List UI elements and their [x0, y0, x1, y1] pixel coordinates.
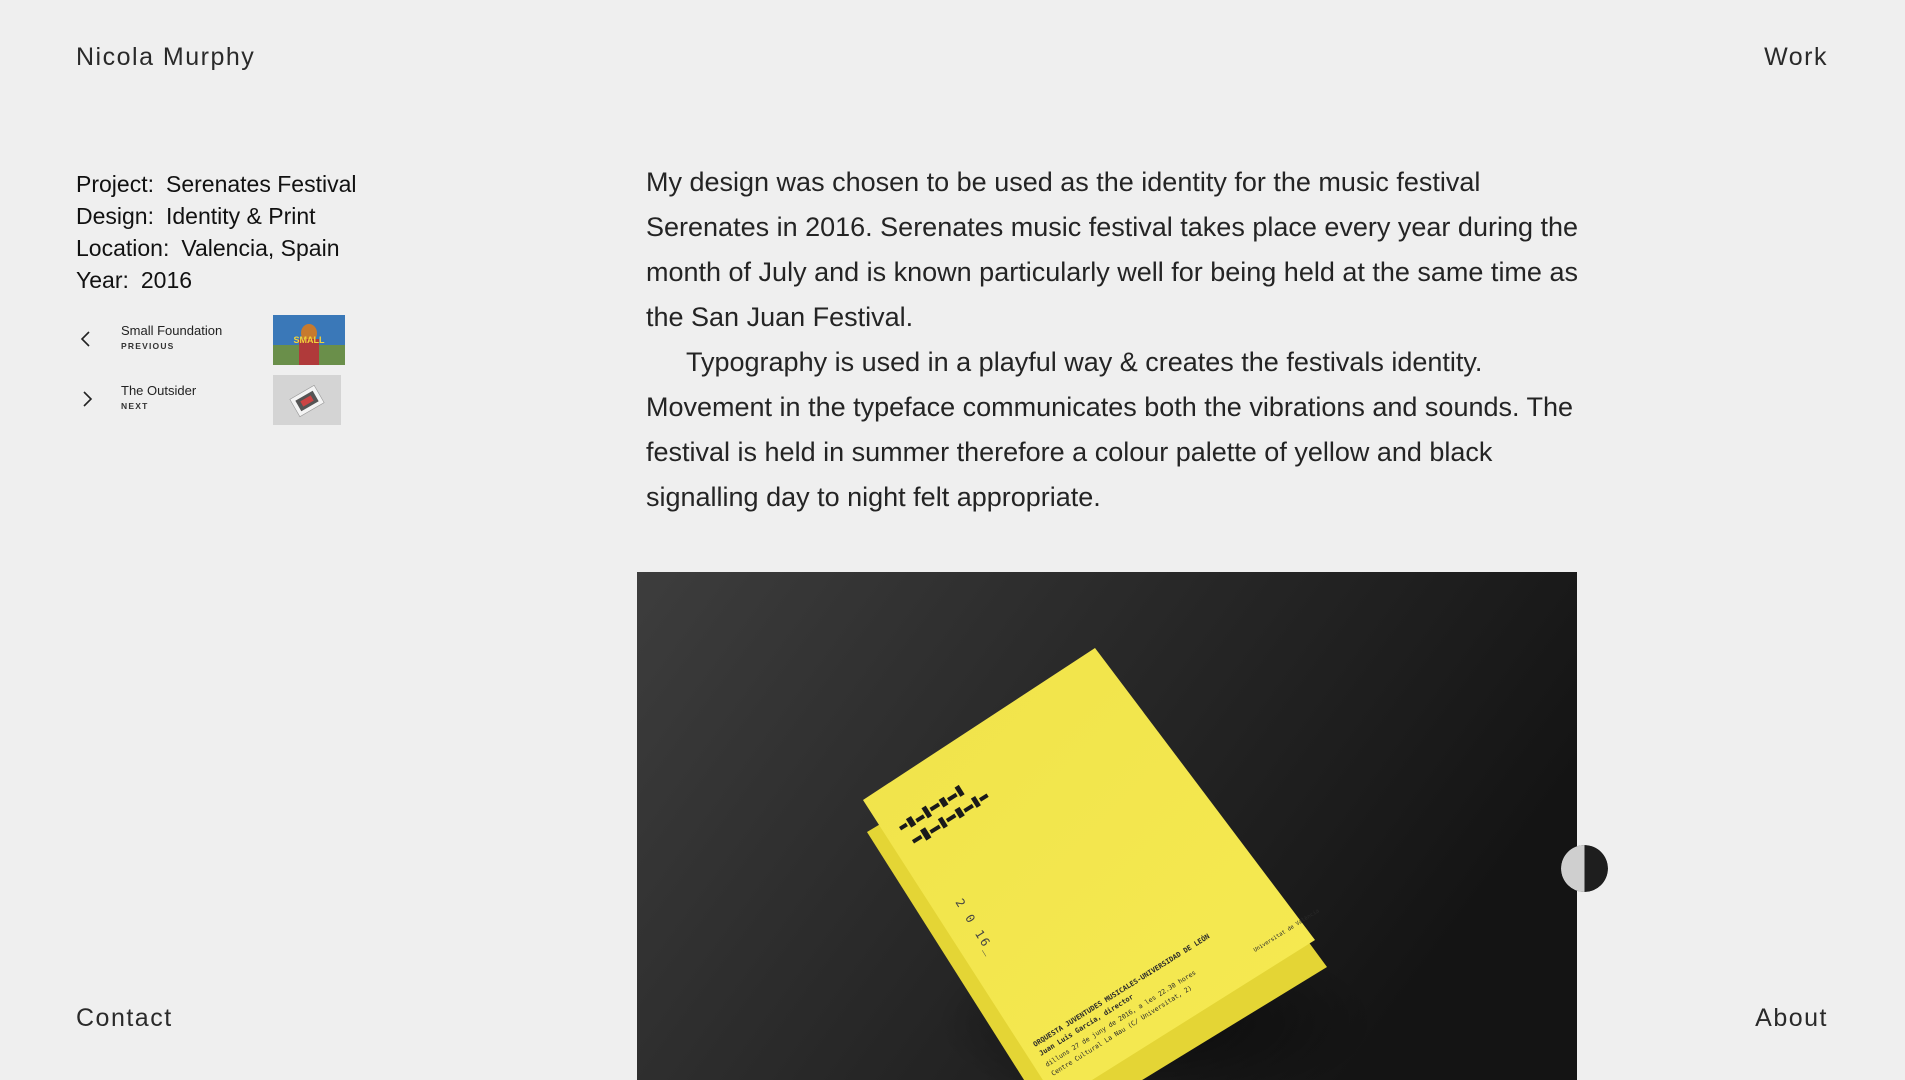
previous-project-link[interactable]: Small Foundation PREVIOUS SMALL [76, 315, 346, 365]
project-description: My design was chosen to be used as the i… [646, 160, 1581, 520]
nav-work-link[interactable]: Work [1764, 43, 1828, 72]
chevron-right-icon [76, 388, 98, 410]
meta-key: Year: [76, 267, 129, 293]
meta-key: Location: [76, 235, 170, 261]
chevron-left-icon [76, 328, 98, 350]
meta-project: Project: Serenates Festival [76, 168, 356, 200]
next-project-thumbnail [273, 375, 341, 425]
site-name-link[interactable]: Nicola Murphy [76, 43, 255, 72]
meta-value: 2016 [140, 267, 193, 293]
previous-project-title: Small Foundation [121, 323, 223, 338]
previous-label: PREVIOUS [121, 341, 175, 351]
project-meta: Project: Serenates Festival Design: Identi… [76, 168, 356, 296]
previous-project-thumbnail: SMALL [273, 315, 345, 365]
nav-about-link[interactable]: About [1755, 1004, 1828, 1033]
meta-value: Valencia, Spain [181, 235, 340, 261]
meta-key: Design: [76, 203, 154, 229]
thumbnail-text: SMALL [294, 335, 325, 345]
meta-design: Design: Identity & Print [76, 200, 356, 232]
next-project-title: The Outsider [121, 383, 197, 398]
hero-image: 2 0 16_ ORQUESTA JUVENTUDES MUSICALES-UN… [637, 572, 1577, 1080]
meta-key: Project: [76, 171, 154, 197]
description-paragraph: My design was chosen to be used as the i… [646, 167, 1579, 332]
description-paragraph: Typography is used in a playful way & cr… [646, 347, 1574, 512]
theme-toggle-button[interactable] [1561, 845, 1608, 892]
next-label: NEXT [121, 401, 149, 411]
meta-value: Serenates Festival [165, 171, 357, 197]
meta-location: Location: Valencia, Spain [76, 232, 356, 264]
meta-year: Year: 2016 [76, 264, 356, 296]
next-project-link[interactable]: The Outsider NEXT [76, 375, 346, 425]
nav-contact-link[interactable]: Contact [76, 1004, 173, 1033]
meta-value: Identity & Print [165, 203, 316, 229]
